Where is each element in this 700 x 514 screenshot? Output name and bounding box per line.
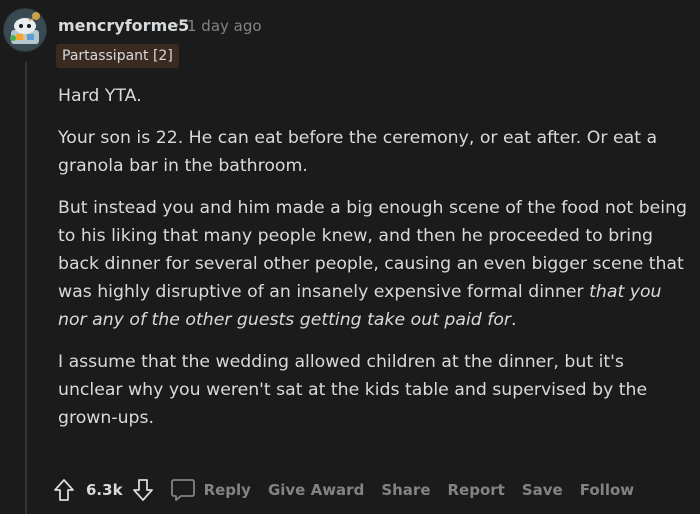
comment-timestamp[interactable]: 1 day ago (187, 17, 262, 35)
snoo-avatar-icon (3, 8, 47, 52)
upvote-arrow-icon (54, 479, 74, 501)
comment-author[interactable]: mencryforme5 (58, 16, 189, 35)
comment-body: Hard YTA. Your son is 22. He can eat bef… (58, 82, 690, 446)
share-button[interactable]: Share (381, 481, 430, 499)
reply-label: Reply (203, 481, 251, 499)
give-award-button[interactable]: Give Award (268, 481, 364, 499)
meta-separator: · (175, 16, 180, 34)
upvote-button[interactable] (52, 477, 76, 503)
comment-paragraph: Your son is 22. He can eat before the ce… (58, 128, 658, 176)
comment-paragraph: I assume that the wedding allowed childr… (58, 352, 648, 428)
downvote-button[interactable] (131, 477, 155, 503)
comment-paragraph: Hard YTA. (58, 86, 142, 106)
thread-collapse-line[interactable] (25, 62, 27, 514)
vote-score: 6.3k (86, 481, 123, 499)
user-flair: Partassipant [2] (56, 44, 179, 68)
paragraph-end: . (511, 310, 517, 330)
save-button[interactable]: Save (522, 481, 563, 499)
comment-action-bar: 6.3k Reply Give Award Share Report Save … (52, 474, 634, 506)
report-button[interactable]: Report (448, 481, 505, 499)
follow-button[interactable]: Follow (580, 481, 634, 499)
user-avatar[interactable] (3, 8, 47, 52)
reply-button[interactable]: Reply (170, 478, 251, 502)
speech-bubble-icon (170, 479, 195, 501)
comment: mencryforme5 · 1 day ago Partassipant [2… (0, 0, 700, 514)
comment-paragraph: But instead you and him made a big enoug… (58, 194, 690, 334)
downvote-arrow-icon (132, 479, 153, 501)
